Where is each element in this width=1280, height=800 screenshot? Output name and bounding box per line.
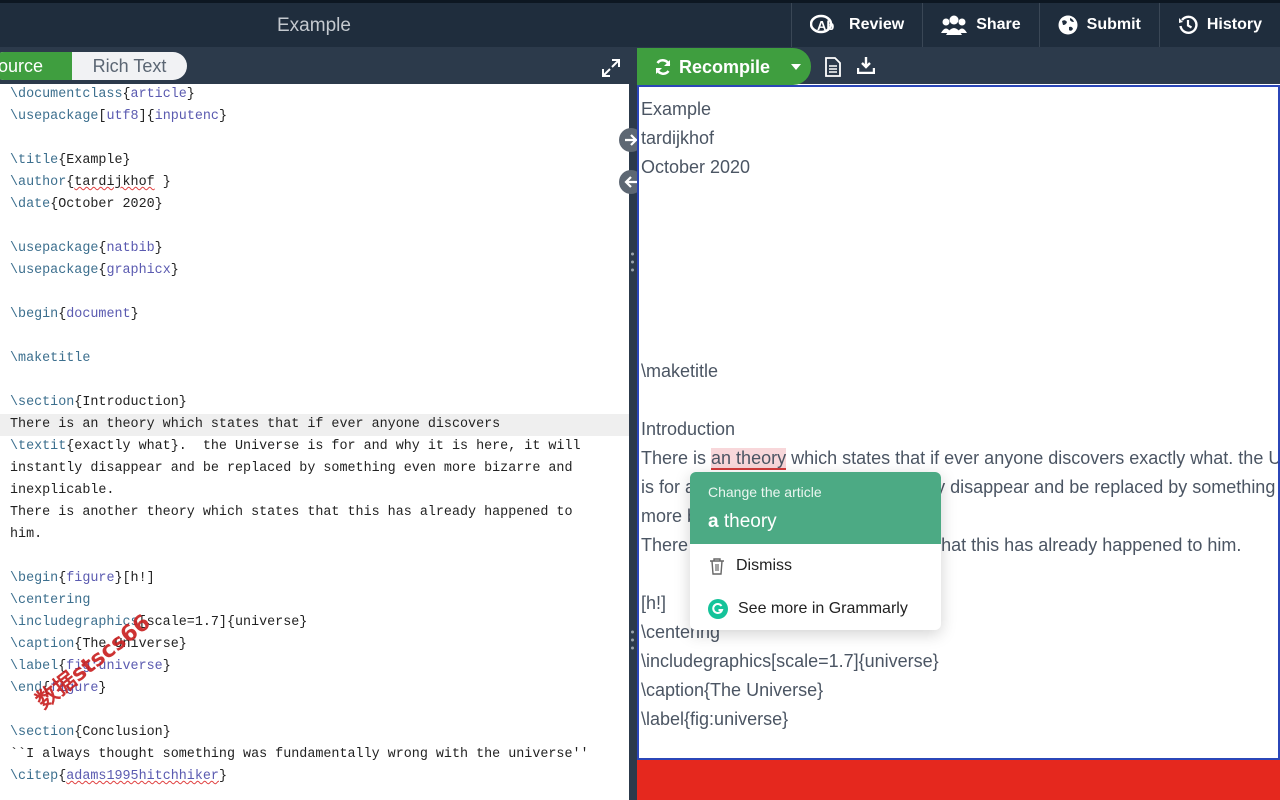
project-title: Example <box>277 15 351 36</box>
editor-line: \centering <box>10 593 91 608</box>
editor-line: \usepackage[utf8]{inputenc} <box>10 109 228 124</box>
preview-line: There is an theory which states that if … <box>641 448 1278 470</box>
pane-divider[interactable] <box>629 47 637 800</box>
refresh-icon <box>655 59 671 75</box>
review-icon: Ab <box>810 14 834 34</box>
download-icon[interactable] <box>857 56 875 74</box>
grammarly-suggestion-accept[interactable]: Change the article a theory <box>690 472 941 544</box>
svg-text:Ab: Ab <box>817 18 834 33</box>
top-nav: Ab Review Share Submit History <box>791 3 1280 47</box>
drag-handle-icon[interactable] <box>631 629 634 651</box>
submit-button[interactable]: Submit <box>1038 3 1159 47</box>
editor-line: \title{Example} <box>10 153 131 168</box>
history-label: History <box>1206 16 1262 33</box>
status-bar <box>637 760 1280 800</box>
see-more-label: See more in Grammarly <box>738 600 908 617</box>
review-label: Review <box>849 16 905 33</box>
editor-line: \documentclass{article} <box>10 87 195 102</box>
editor-line: ``I always thought something was fundame… <box>10 747 589 762</box>
globe-icon <box>1058 15 1078 35</box>
arrow-right-icon <box>625 134 638 146</box>
trash-icon <box>710 558 724 575</box>
source-editor[interactable]: \documentclass{article} \usepackage[utf8… <box>0 84 629 800</box>
dismiss-button[interactable]: Dismiss <box>690 548 941 584</box>
editor-line-active: There is an theory which states that if … <box>0 414 629 436</box>
share-button[interactable]: Share <box>922 3 1038 47</box>
editor-line: \usepackage{graphicx} <box>10 263 179 278</box>
editor-line: \citep{adams1995hitchhiker} <box>10 769 227 784</box>
editor-line: \section{Introduction} <box>10 395 187 410</box>
suggestion-heading: Change the article <box>708 484 822 500</box>
editor-toolbar: Source Rich Text <box>0 47 629 84</box>
see-more-grammarly-button[interactable]: See more in Grammarly <box>690 591 941 627</box>
expand-icon[interactable] <box>602 59 620 77</box>
preview-author: tardijkhof <box>641 128 715 148</box>
grammarly-logo-icon <box>708 599 728 619</box>
preview-line: \maketitle <box>641 361 719 381</box>
preview-section-heading: Introduction <box>641 419 736 439</box>
preview-date: October 2020 <box>641 157 751 177</box>
editor-line: \date{October 2020} <box>10 197 163 212</box>
editor-line: \begin{document} <box>10 307 139 322</box>
preview-title: Example <box>641 99 712 119</box>
users-icon <box>941 15 968 35</box>
dismiss-label: Dismiss <box>736 557 792 574</box>
chevron-down-icon[interactable] <box>791 64 801 70</box>
preview-text: There is <box>641 448 712 468</box>
editor-line: \section{Conclusion} <box>10 725 171 740</box>
editor-line: \includegraphics[scale=1.7]{universe} <box>10 615 308 630</box>
pdf-preview[interactable]: Example tardijkhof October 2020 \maketit… <box>637 85 1280 760</box>
grammarly-suggestion-card: Change the article a theory Dismiss See … <box>690 472 941 630</box>
preview-line: [h!] <box>641 593 667 613</box>
preview-line: \label{fig:universe} <box>641 709 789 729</box>
grammar-suggestion-highlight[interactable]: an theory <box>711 448 787 470</box>
editor-line: There is another theory which states tha… <box>10 505 573 520</box>
editor-line: him. <box>10 527 43 542</box>
preview-toolbar: Recompile <box>637 47 1280 85</box>
logs-icon[interactable] <box>825 57 841 77</box>
top-bar: Example Ab Review Share Submit History <box>0 0 1280 47</box>
editor-line: \maketitle <box>10 351 91 366</box>
preview-line: \includegraphics[scale=1.7]{universe} <box>641 651 939 671</box>
history-button[interactable]: History <box>1158 3 1280 47</box>
drag-handle-icon[interactable] <box>631 251 634 273</box>
preview-text: which states that if ever anyone discove… <box>791 448 1278 468</box>
editor-line: \usepackage{natbib} <box>10 241 163 256</box>
suggestion-replacement: a theory <box>708 511 777 533</box>
source-mode-button[interactable]: Source <box>0 52 72 80</box>
replacement-article: a <box>708 511 719 532</box>
replacement-word: theory <box>718 511 777 532</box>
recompile-label: Recompile <box>679 57 771 77</box>
editor-line: inexplicable. <box>10 483 115 498</box>
preview-line: \caption{The Universe} <box>641 680 824 700</box>
history-icon <box>1178 15 1198 34</box>
recompile-button[interactable]: Recompile <box>637 48 811 85</box>
editor-line: \author{tardijkhof } <box>10 175 171 190</box>
editor-line: instantly disappear and be replaced by s… <box>10 461 573 476</box>
source-mode-label: Source <box>0 56 44 76</box>
arrow-left-icon <box>624 176 637 188</box>
editor-mode-toggle: Source Rich Text <box>0 52 187 80</box>
submit-label: Submit <box>1086 16 1141 33</box>
editor-line: \begin{figure}[h!] <box>10 571 155 586</box>
share-label: Share <box>976 16 1021 33</box>
review-button[interactable]: Ab Review <box>791 3 922 47</box>
rich-text-mode-button[interactable]: Rich Text <box>72 52 187 80</box>
editor-line: \textit{exactly what}. the Universe is f… <box>10 439 581 454</box>
